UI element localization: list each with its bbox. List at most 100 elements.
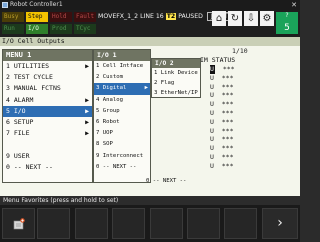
menu-item-label: 5 Group — [96, 107, 120, 114]
window-title: Robot Controller1 — [10, 1, 63, 8]
menu-item-label: 1 Cell Intface — [96, 63, 144, 69]
submenu-arrow-icon: ▶ — [85, 95, 89, 104]
table-row[interactable]: U *** — [210, 100, 235, 109]
close-icon[interactable]: ✕ — [291, 0, 297, 10]
menu-favorites-bar[interactable]: Menu Favorites (press and hold to set) — [0, 196, 300, 205]
menu-item-cell-intface[interactable]: 1 Cell Intface — [94, 61, 150, 72]
table-row[interactable]: U *** — [210, 118, 235, 127]
row-cursor: U — [210, 108, 214, 117]
menu-item-label: 8 SOP — [96, 141, 113, 148]
download-icon[interactable]: ⇩ — [244, 11, 258, 26]
column-headers: IM STATUS — [200, 56, 236, 64]
row-cursor: U — [210, 73, 214, 82]
row-status: *** — [221, 126, 234, 135]
home-icon[interactable]: ⌂ — [212, 11, 226, 26]
function-key-1[interactable] — [37, 208, 70, 239]
menu-item-file[interactable]: 7 FILE ▶ — [3, 128, 92, 139]
menu-io-1-header: I/O 1 — [94, 50, 150, 61]
row-status: *** — [221, 100, 234, 109]
menu-item-label: 1 UTILITIES — [6, 62, 50, 70]
row-status: *** — [222, 65, 235, 73]
menu-item-utilities[interactable]: 1 UTILITIES ▶ — [3, 61, 92, 72]
row-status: *** — [221, 108, 234, 117]
function-key-4[interactable] — [150, 208, 183, 239]
row-status: *** — [221, 91, 234, 100]
window-title-bar: Robot Controller1 ✕ — [0, 0, 300, 10]
menu-item-label: 3 Digital — [96, 85, 127, 92]
menu-item-flag[interactable]: 2 Flag — [152, 78, 200, 88]
menu-item-label: 2 TEST CYCLE — [6, 73, 53, 82]
submenu-arrow-icon: ▶ — [144, 85, 148, 92]
menu-item-link-device[interactable]: 1 Link Device — [152, 68, 200, 78]
menu-item-user[interactable]: 9 USER — [3, 151, 92, 162]
row-status: *** — [221, 161, 234, 170]
menu-item-blank — [3, 139, 92, 150]
menu-item-analog[interactable]: 4 Analog — [94, 95, 150, 106]
favorite-slot-button[interactable] — [2, 208, 35, 239]
led-busy: Busy — [2, 12, 24, 22]
row-cursor: U — [210, 65, 215, 74]
program-line: MOVEFX_1_2 LINE 16 — [98, 13, 164, 20]
function-key-6[interactable] — [224, 208, 257, 239]
row-cursor: U — [210, 91, 214, 100]
menu-item-interconnect[interactable]: 9 Interconnect — [94, 151, 150, 162]
row-cursor: U — [210, 82, 214, 91]
menu-io-1: I/O 1 1 Cell Intface 2 Custom 3 Digital ▶… — [93, 49, 151, 183]
row-status: *** — [221, 117, 234, 126]
submenu-arrow-icon: ▶ — [85, 117, 89, 126]
menu-item-alarm[interactable]: 4 ALARM ▶ — [3, 95, 92, 106]
menu-item-robot[interactable]: 6 Robot — [94, 117, 150, 128]
menu-item-uop[interactable]: 7 UOP — [94, 128, 150, 139]
menu-io-2: I/O 2 1 Link Device 2 Flag 3 EtherNet/IP — [151, 58, 201, 98]
menu-item-label: 0 -- NEXT -- — [96, 163, 137, 170]
menu-item-ethernet-ip[interactable]: 3 EtherNet/IP — [152, 88, 200, 98]
help-number: 5 — [284, 23, 290, 33]
led-tcyc: TCyc — [74, 24, 96, 34]
execution-state: PAUSED — [178, 13, 203, 20]
menu-io-2-next[interactable]: 0 -- NEXT -- — [146, 178, 186, 184]
menu-item-label: 5 I/O — [6, 106, 26, 115]
menu-item-setup[interactable]: 6 SETUP ▶ — [3, 117, 92, 128]
table-row[interactable]: U *** — [210, 135, 235, 144]
mode-badge: T2 — [165, 13, 177, 20]
gear-icon[interactable]: ⚙ — [260, 11, 274, 26]
menu-item-group[interactable]: 5 Group — [94, 106, 150, 117]
menu-item-custom[interactable]: 2 Custom — [94, 72, 150, 83]
function-key-2[interactable] — [75, 208, 108, 239]
menu-item-next[interactable]: 0 -- NEXT -- — [3, 162, 92, 173]
table-row[interactable]: U *** — [210, 74, 235, 83]
menu-item-test-cycle[interactable]: 2 TEST CYCLE — [3, 72, 92, 83]
menu-item-sop[interactable]: 8 SOP — [94, 139, 150, 150]
table-row[interactable]: U *** — [210, 144, 235, 153]
table-row[interactable]: U *** — [210, 91, 235, 100]
page-count: 1/10 — [232, 47, 248, 55]
menu-io-2-header: I/O 2 — [152, 59, 200, 68]
menu-item-digital[interactable]: 3 Digital ▶ — [94, 83, 150, 95]
table-row[interactable]: U *** — [210, 127, 235, 136]
led-prod: Prod — [50, 24, 72, 34]
table-row[interactable]: U *** — [210, 153, 235, 162]
menu-item-label: 9 USER — [6, 151, 30, 160]
next-page-button[interactable]: › — [262, 208, 298, 239]
add-favorite-icon — [13, 218, 25, 230]
row-cursor: U — [210, 117, 214, 126]
menu-item-io[interactable]: 5 I/O ▶ — [3, 105, 92, 117]
submenu-arrow-icon: ▶ — [85, 106, 89, 115]
menu-item-manual-fctns[interactable]: 3 MANUAL FCTNS — [3, 83, 92, 94]
led-io: I/O — [26, 24, 48, 34]
app-icon — [2, 2, 8, 8]
function-key-5[interactable] — [187, 208, 220, 239]
loop-icon[interactable]: ↻ — [228, 11, 242, 26]
help-label: ? — [285, 12, 289, 19]
menu-1-header: MENU 1 — [3, 50, 92, 61]
table-row[interactable]: U *** — [210, 162, 235, 171]
menu-item-label: 6 SETUP — [6, 117, 34, 126]
table-row[interactable]: U *** — [210, 109, 235, 118]
teach-pendant-screen: Robot Controller1 ✕ Busy Step Hold Fault… — [0, 0, 300, 242]
help-button[interactable]: ? 5 — [276, 12, 298, 34]
function-key-3[interactable] — [112, 208, 145, 239]
menu-item-next[interactable]: 0 -- NEXT -- — [94, 162, 150, 173]
table-row[interactable]: U *** — [210, 83, 235, 92]
menu-item-label: 3 MANUAL FCTNS — [6, 84, 61, 93]
table-row[interactable]: U *** — [210, 65, 235, 74]
